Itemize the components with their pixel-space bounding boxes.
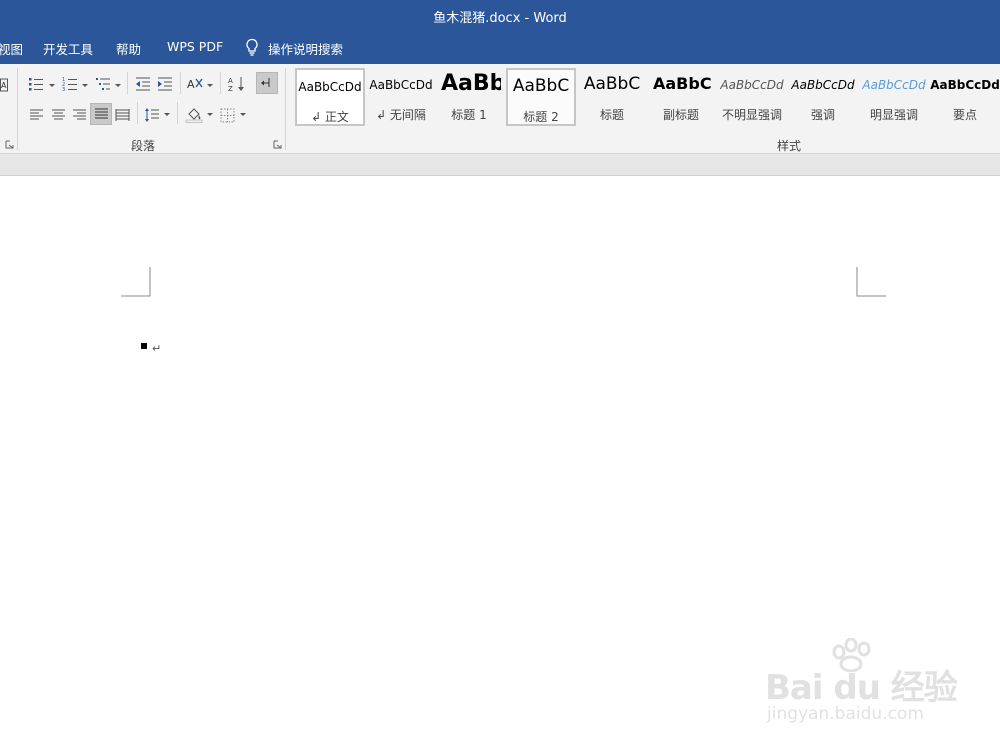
- shading-icon[interactable]: [184, 104, 204, 126]
- style-title[interactable]: AaBbC 标题: [578, 68, 646, 126]
- style-intense-emphasis[interactable]: AaBbCcDd 明显强调: [859, 68, 929, 126]
- style-sample: AaBbCcDd: [298, 80, 362, 94]
- group-separator: [285, 68, 286, 150]
- baidu-watermark: Bai du 经验 jingyan.baidu.com: [765, 638, 965, 728]
- style-strong[interactable]: AaBbCcDd 要点: [930, 68, 1000, 126]
- paragraph-mark[interactable]: ↵: [152, 342, 161, 355]
- style-sample: AaBbCcDd: [791, 78, 855, 92]
- window-title: 鱼木混猪.docx - Word: [433, 11, 567, 26]
- tab-help[interactable]: 帮助: [116, 39, 141, 58]
- center-icon[interactable]: [49, 104, 67, 126]
- chinese-layout-dropdown-icon[interactable]: [206, 83, 214, 89]
- group-separator: [17, 68, 18, 150]
- tell-me-search[interactable]: 操作说明搜索: [244, 38, 343, 59]
- style-sample: AaBbC: [653, 74, 712, 93]
- watermark-brand: Bai du 经验: [765, 668, 958, 708]
- group-label-paragraph: 段落: [131, 139, 156, 153]
- style-sample: AaBbCcDd: [930, 78, 1000, 92]
- group-label-styles: 样式: [777, 139, 802, 153]
- style-name: ↲ 无间隔: [376, 108, 426, 122]
- tool-separator: [137, 102, 138, 124]
- multilevel-dropdown-icon[interactable]: [114, 83, 122, 89]
- svg-text:A: A: [228, 77, 233, 85]
- tab-wps-pdf[interactable]: WPS PDF: [167, 39, 223, 54]
- justify-icon[interactable]: [90, 103, 112, 125]
- style-name: 标题: [599, 108, 624, 122]
- numbering-dropdown-icon[interactable]: [81, 83, 89, 89]
- style-no-spacing[interactable]: AaBbCcDd ↲ 无间隔: [366, 68, 436, 126]
- svg-text:3: 3: [62, 87, 65, 92]
- sort-icon[interactable]: AZ: [227, 73, 247, 95]
- numbering-icon[interactable]: 123: [61, 73, 79, 95]
- tool-separator: [220, 72, 221, 94]
- styles-gallery: AaBbCcDd ↲ 正文 AaBbCcDd ↲ 无间隔 AaBb 标题 1 A…: [293, 68, 1000, 130]
- font-color-icon[interactable]: A: [0, 74, 9, 96]
- margin-corner-mark-right: [856, 267, 886, 297]
- ruler-area: [0, 154, 1000, 176]
- multilevel-list-icon[interactable]: [94, 73, 112, 95]
- style-name: 明显强调: [869, 108, 918, 122]
- style-subtitle[interactable]: AaBbC 副标题: [649, 68, 713, 126]
- style-sample: AaBbCcDd: [720, 78, 784, 92]
- distributed-icon[interactable]: [113, 104, 131, 126]
- borders-icon[interactable]: [218, 104, 236, 126]
- paragraph-group-launcher-icon[interactable]: [273, 140, 282, 149]
- align-right-icon[interactable]: [70, 104, 88, 126]
- bullets-icon[interactable]: [27, 73, 45, 95]
- bullet-glyph: [141, 343, 147, 349]
- tool-separator: [177, 102, 178, 124]
- style-subtle-emphasis[interactable]: AaBbCcDd 不明显强调: [717, 68, 787, 126]
- font-group-launcher-icon[interactable]: [5, 140, 14, 149]
- style-heading-1[interactable]: AaBb 标题 1: [437, 68, 501, 126]
- style-normal[interactable]: AaBbCcDd ↲ 正文: [295, 68, 365, 126]
- line-spacing-dropdown-icon[interactable]: [163, 112, 171, 118]
- lightbulb-icon: [244, 38, 260, 59]
- tab-view[interactable]: 视图: [0, 39, 23, 58]
- ribbon-tab-bar: 视图 开发工具 帮助 WPS PDF 操作说明搜索: [0, 30, 1000, 64]
- decrease-indent-icon[interactable]: [134, 73, 152, 95]
- show-marks-icon[interactable]: [256, 72, 278, 94]
- bullets-dropdown-icon[interactable]: [48, 83, 56, 89]
- ribbon: A 123 A AZ 段落 AaBbCcDd ↲ 正文 AaBbCcDd ↲ 无…: [0, 64, 1000, 154]
- svg-text:A: A: [1, 81, 7, 90]
- style-sample: AaBbCcDd: [369, 78, 433, 92]
- style-sample: AaBbC: [583, 74, 641, 94]
- style-name: 副标题: [662, 108, 699, 122]
- style-sample: AaBb: [441, 71, 501, 96]
- title-bar: 鱼木混猪.docx - Word: [0, 0, 1000, 30]
- svg-text:A: A: [187, 78, 195, 91]
- style-emphasis[interactable]: AaBbCcDd 强调: [788, 68, 858, 126]
- increase-indent-icon[interactable]: [156, 73, 174, 95]
- align-left-icon[interactable]: [27, 104, 45, 126]
- tool-separator: [127, 72, 128, 94]
- svg-text:Z: Z: [228, 85, 233, 92]
- style-sample: AaBbCcDd: [862, 78, 926, 92]
- style-name: 标题 2: [523, 110, 559, 124]
- chinese-layout-icon[interactable]: A: [186, 73, 206, 95]
- borders-dropdown-icon[interactable]: [239, 112, 247, 118]
- watermark-url: jingyan.baidu.com: [767, 704, 924, 724]
- style-name: ↲ 正文: [311, 110, 349, 124]
- style-name: 要点: [952, 108, 977, 122]
- tool-separator: [180, 72, 181, 94]
- line-spacing-icon[interactable]: [143, 104, 161, 126]
- shading-dropdown-icon[interactable]: [206, 112, 214, 118]
- style-heading-2[interactable]: AaBbC 标题 2: [506, 68, 576, 126]
- style-name: 标题 1: [451, 108, 487, 122]
- tell-me-label: 操作说明搜索: [268, 42, 344, 57]
- tab-developer[interactable]: 开发工具: [43, 39, 93, 58]
- style-name: 强调: [810, 108, 835, 122]
- margin-corner-mark-left: [121, 267, 151, 297]
- style-sample: AaBbC: [512, 76, 570, 96]
- style-name: 不明显强调: [721, 108, 782, 122]
